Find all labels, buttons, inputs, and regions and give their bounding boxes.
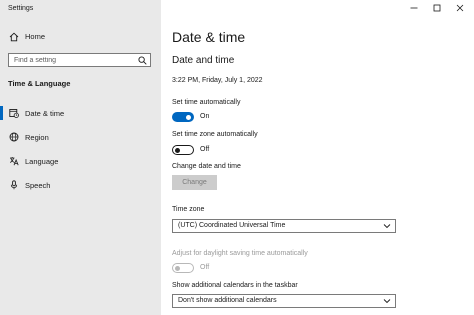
microphone-icon (10, 180, 18, 190)
dst-label: Adjust for daylight saving time automati… (172, 250, 308, 257)
set-tz-auto-state: Off (200, 146, 210, 153)
set-tz-auto-label: Set time zone automatically (172, 131, 258, 138)
set-time-auto-label: Set time automatically (172, 99, 241, 106)
toggle-knob (175, 265, 180, 271)
sidebar-item-language[interactable]: Language (0, 152, 161, 170)
set-time-auto-state: On (200, 113, 210, 120)
sidebar-item-region[interactable]: Region (0, 128, 161, 146)
time-zone-value: (UTC) Coordinated Universal Time (178, 222, 286, 229)
language-icon (9, 157, 19, 166)
set-time-auto-toggle[interactable] (172, 112, 194, 122)
minimize-button[interactable] (405, 3, 423, 15)
search-box[interactable] (8, 53, 151, 67)
home-icon (9, 32, 19, 42)
active-indicator (0, 106, 3, 120)
calendars-label: Show additional calendars in the taskbar (172, 282, 298, 289)
chevron-down-icon (383, 224, 391, 229)
nav-home[interactable]: Home (0, 29, 161, 45)
sidebar-item-label: Speech (25, 181, 51, 190)
calendars-dropdown[interactable]: Don't show additional calendars (172, 294, 396, 308)
nav-home-label: Home (25, 32, 46, 41)
sidebar-item-label: Date & time (25, 109, 65, 118)
minimize-icon (410, 7, 418, 9)
search-icon[interactable] (138, 56, 147, 65)
change-button[interactable]: Change (172, 175, 217, 190)
toggle-knob (175, 147, 180, 153)
sidebar-item-date-time[interactable]: Date & time (0, 104, 161, 122)
chevron-down-icon (383, 299, 391, 304)
app-title: Settings (8, 5, 34, 12)
sidebar-item-label: Language (25, 157, 59, 166)
section-title: Date and time (172, 55, 235, 66)
sidebar-item-speech[interactable]: Speech (0, 176, 161, 194)
maximize-icon (433, 4, 441, 12)
page-title: Date & time (172, 29, 246, 45)
calendar-clock-icon (9, 109, 19, 118)
dst-toggle[interactable] (172, 263, 194, 273)
current-datetime: 3:22 PM, Friday, July 1, 2022 (172, 77, 263, 84)
calendars-value: Don't show additional calendars (178, 297, 277, 304)
close-icon (456, 4, 464, 12)
settings-window: Settings Home Time & Language Date & (0, 0, 474, 315)
close-button[interactable] (451, 3, 469, 15)
globe-icon (9, 132, 19, 142)
sidebar: Settings Home Time & Language Date & (0, 0, 161, 315)
toggle-knob (186, 115, 191, 120)
main-content: Date & time Date and time 3:22 PM, Frida… (161, 0, 474, 315)
maximize-button[interactable] (428, 3, 446, 15)
time-zone-label: Time zone (172, 206, 205, 213)
search-input[interactable] (9, 54, 142, 66)
sidebar-item-label: Region (25, 133, 49, 142)
dst-state: Off (200, 264, 210, 271)
change-date-time-label: Change date and time (172, 163, 241, 170)
set-tz-auto-toggle[interactable] (172, 145, 194, 155)
sidebar-section-heading: Time & Language (8, 79, 71, 88)
time-zone-dropdown[interactable]: (UTC) Coordinated Universal Time (172, 219, 396, 233)
